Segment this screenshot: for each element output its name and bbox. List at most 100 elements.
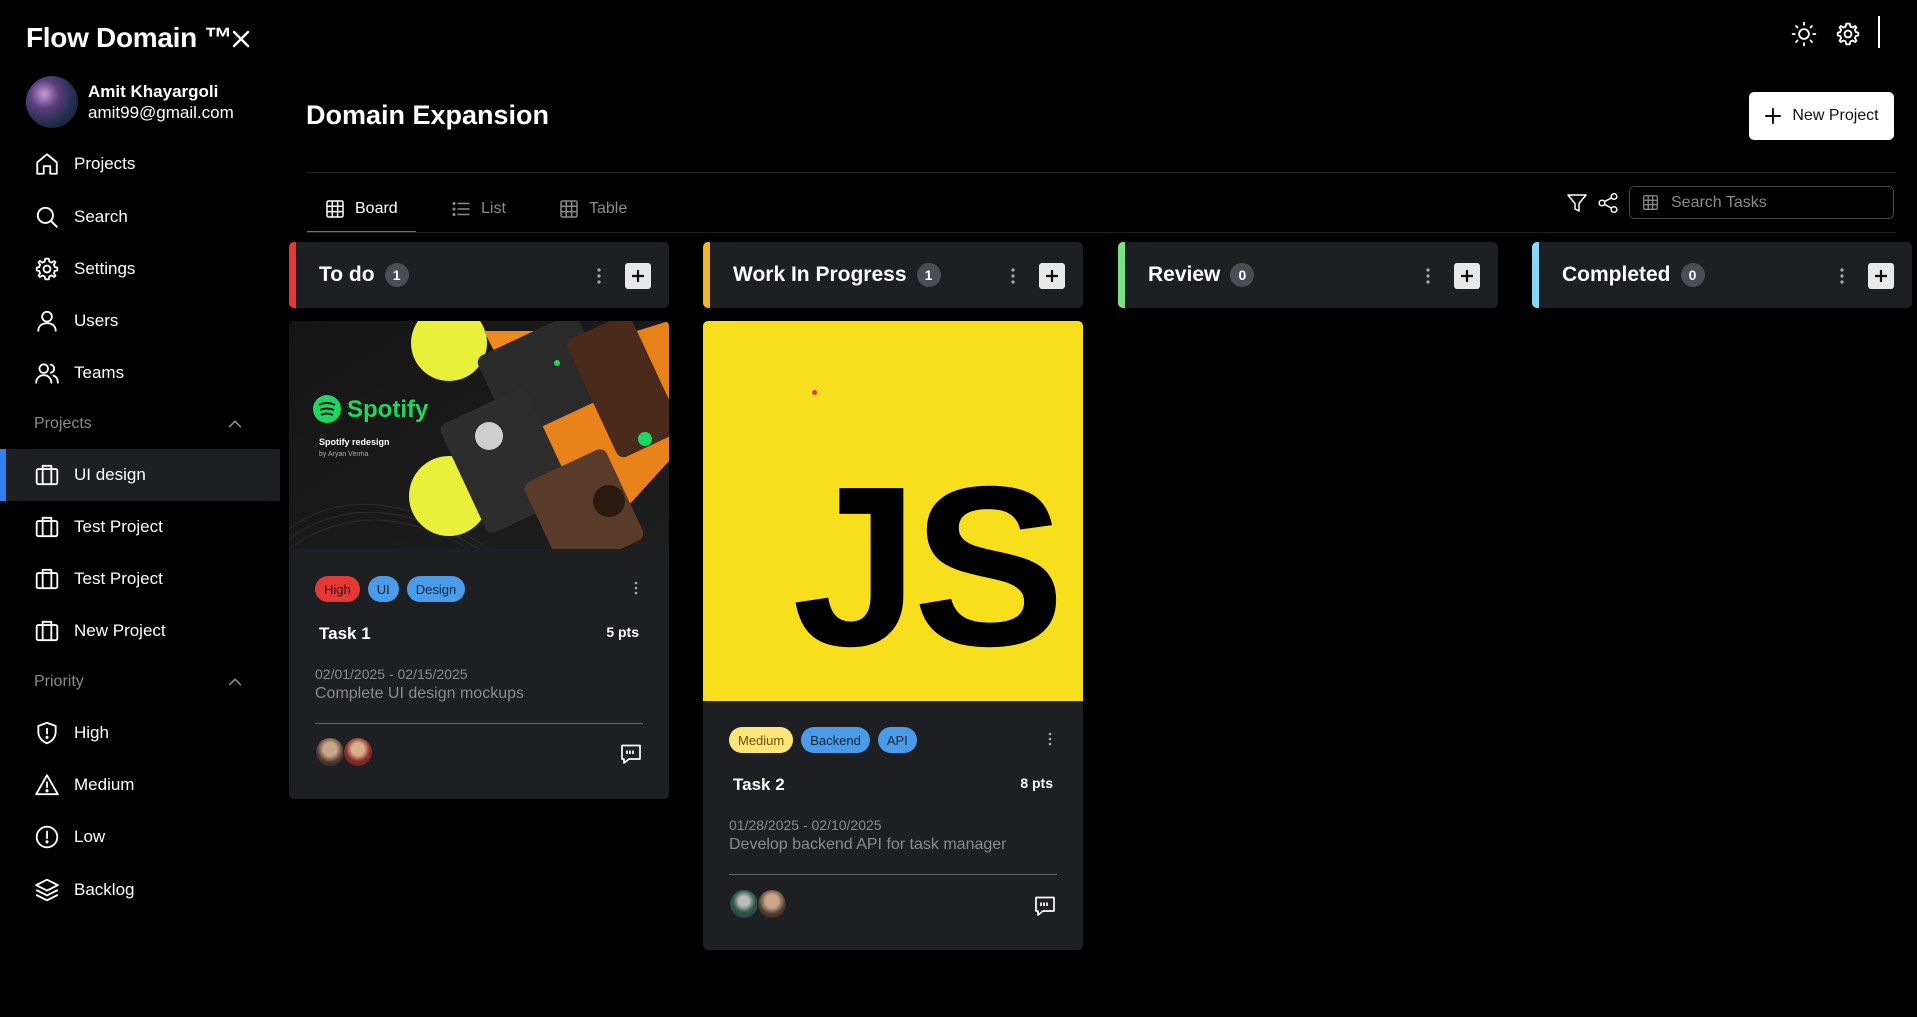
card-cover-image: JS [703, 321, 1083, 701]
tab-list[interactable]: List [451, 186, 506, 232]
tab-table[interactable]: Table [559, 186, 627, 232]
new-project-button[interactable]: New Project [1749, 92, 1894, 140]
tab-board[interactable]: Board [307, 186, 416, 233]
tab-label: List [481, 200, 506, 217]
layers-icon [35, 878, 59, 902]
projects-section-header[interactable]: Projects [34, 409, 244, 439]
sidebar-item-search[interactable]: Search [0, 191, 280, 243]
divider [315, 723, 643, 724]
column-more-button[interactable] [1418, 264, 1438, 288]
column-title: Work In Progress [733, 263, 907, 286]
task-dates: 01/28/2025 - 02/10/2025 [729, 817, 882, 833]
spotify-brand-text: Spotify [347, 396, 429, 423]
search-tasks-field[interactable] [1629, 186, 1894, 219]
chevron-up-icon [228, 420, 242, 428]
column-title: Review [1148, 263, 1221, 286]
triangle-alert-icon [35, 774, 59, 796]
task-card[interactable]: Spotify Spotify redesign by Aryan Verma … [289, 321, 669, 799]
comment-icon[interactable] [1033, 894, 1057, 918]
card-cover-image: Spotify Spotify redesign by Aryan Verma [289, 321, 669, 549]
sidebar-item-test-project[interactable]: Test Project [0, 501, 280, 553]
sidebar-item-label: Search [74, 207, 128, 226]
label-tag: Backend [801, 727, 870, 753]
table-icon [560, 200, 578, 218]
sidebar-item-label: Low [74, 827, 106, 846]
avatar[interactable] [315, 737, 345, 767]
share-icon[interactable] [1597, 192, 1619, 214]
column-accent [1118, 242, 1125, 308]
more-vertical-icon [1048, 732, 1052, 746]
sidebar-item-settings[interactable]: Settings [0, 243, 280, 295]
cover-author-text: by Aryan Verma [319, 451, 369, 458]
tab-label: Table [589, 200, 628, 217]
sidebar-item-low[interactable]: Low [0, 811, 280, 863]
users-icon [35, 363, 59, 384]
filter-icon[interactable] [1566, 192, 1588, 214]
task-card[interactable]: JS Medium Backend API Task 2 8 pts 01/28… [703, 321, 1083, 950]
sidebar-item-high[interactable]: High [0, 707, 280, 759]
cursor-marker [812, 390, 817, 395]
avatar[interactable] [729, 889, 759, 919]
column-accent [703, 242, 710, 308]
avatar[interactable] [757, 889, 787, 919]
table-icon [1643, 195, 1658, 210]
sidebar-item-new-project[interactable]: New Project [0, 605, 280, 657]
js-logo-text: JS [792, 440, 1065, 694]
sidebar-item-backlog[interactable]: Backlog [0, 864, 280, 916]
user-email: amit99@gmail.com [88, 103, 234, 122]
sidebar-item-ui-design[interactable]: UI design [0, 449, 280, 501]
label-tag: UI [367, 576, 399, 602]
column-count-badge: 1 [384, 263, 409, 287]
task-description: Complete UI design mockups [315, 685, 524, 702]
column-count-badge: 1 [916, 263, 941, 287]
add-task-button[interactable] [1868, 263, 1894, 289]
column-header-review: Review 0 [1118, 242, 1498, 308]
sidebar-item-label: New Project [74, 621, 166, 640]
column-count-badge: 0 [1230, 263, 1255, 287]
tab-label: Board [355, 200, 398, 217]
task-points: 8 pts [1020, 775, 1053, 791]
add-task-button[interactable] [1454, 263, 1480, 289]
home-icon [36, 153, 58, 175]
card-more-button[interactable] [629, 578, 643, 598]
close-icon [232, 30, 250, 48]
tag-list: Medium Backend API [729, 727, 917, 753]
column-header-completed: Completed 0 [1532, 242, 1912, 308]
search-input[interactable] [1671, 193, 1891, 212]
sidebar-item-teams[interactable]: Teams [0, 347, 280, 399]
sidebar-item-label: High [74, 723, 109, 742]
card-more-button[interactable] [1043, 729, 1057, 749]
new-project-label: New Project [1792, 107, 1879, 124]
theme-toggle-button[interactable] [1790, 20, 1818, 48]
plus-icon [1461, 270, 1473, 282]
sidebar-item-users[interactable]: Users [0, 295, 280, 347]
page-title: Domain Expansion [306, 100, 550, 130]
task-description: Develop backend API for task manager [729, 836, 1007, 853]
column-more-button[interactable] [589, 264, 609, 288]
plus-icon [1875, 270, 1887, 282]
sidebar-item-test-project-2[interactable]: Test Project [0, 553, 280, 605]
circle-alert-icon [35, 825, 59, 849]
column-more-button[interactable] [1832, 264, 1852, 288]
comment-icon[interactable] [619, 742, 643, 766]
sidebar-item-label: UI design [74, 465, 146, 484]
sidebar-item-projects[interactable]: Projects [0, 138, 280, 190]
column-more-button[interactable] [1003, 264, 1023, 288]
priority-section-header[interactable]: Priority [34, 667, 244, 697]
column-accent [289, 242, 296, 308]
user-profile[interactable]: Amit Khayargoli amit99@gmail.com [26, 76, 234, 128]
briefcase-icon [35, 620, 59, 642]
sidebar-item-label: Settings [74, 259, 136, 278]
add-task-button[interactable] [625, 263, 651, 289]
add-task-button[interactable] [1039, 263, 1065, 289]
avatar[interactable] [343, 737, 373, 767]
close-sidebar-button[interactable] [228, 26, 254, 52]
priority-tag: Medium [729, 727, 794, 753]
divider [306, 232, 1896, 233]
section-label: Projects [34, 415, 92, 432]
settings-button[interactable] [1834, 20, 1862, 48]
section-label: Priority [34, 673, 84, 690]
sidebar-item-medium[interactable]: Medium [0, 759, 280, 811]
column-header-todo: To do 1 [289, 242, 669, 308]
more-vertical-icon [634, 581, 638, 595]
